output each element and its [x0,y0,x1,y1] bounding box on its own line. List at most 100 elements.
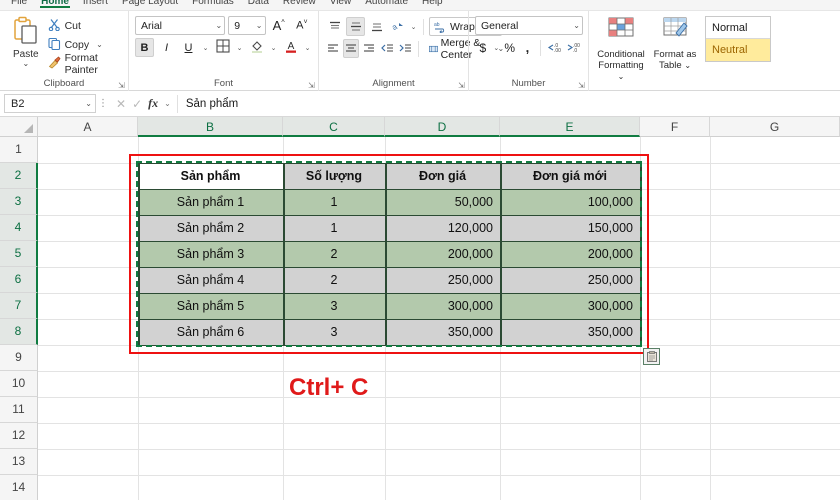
clipboard-dialog-launcher[interactable]: ⇲ [118,81,128,91]
conditional-formatting-button[interactable]: Conditional Formatting ⌄ [595,15,647,82]
table-cell-C5[interactable]: 2 [283,241,385,267]
format-as-table-button[interactable]: Format as Table ⌄ [649,15,701,71]
row-header-13[interactable]: 13 [0,449,38,475]
row-header-5[interactable]: 5 [0,241,38,267]
table-cell-C8[interactable]: 3 [283,319,385,345]
copy-button[interactable]: Copy ⌄ [48,36,122,53]
column-header-F[interactable]: F [640,117,710,137]
table-cell-B3[interactable]: Sản phẩm 1 [138,189,283,215]
bold-button[interactable]: B [135,38,154,57]
table-cell-E4[interactable]: 150,000 [500,215,640,241]
row-header-6[interactable]: 6 [0,267,38,293]
underline-button[interactable]: U [179,38,198,57]
column-header-B[interactable]: B [138,117,283,137]
align-right-button[interactable] [361,39,377,58]
ribbon-tab-automate[interactable]: Automate [358,0,415,7]
number-format-combo[interactable]: General ⌄ [475,16,583,35]
borders-chevron-down-icon[interactable]: ⌄ [235,44,244,52]
table-cell-D3[interactable]: 50,000 [385,189,500,215]
table-cell-B6[interactable]: Sản phẩm 4 [138,267,283,293]
fill-color-button[interactable] [247,38,266,57]
font-color-button[interactable]: A [281,38,300,57]
table-cell-B7[interactable]: Sản phẩm 5 [138,293,283,319]
table-cell-E3[interactable]: 100,000 [500,189,640,215]
align-middle-button[interactable] [346,17,365,36]
row-header-8[interactable]: 8 [0,319,38,345]
font-size-combo[interactable]: 9 ⌄ [228,16,266,35]
name-box-more-icon[interactable]: ⋮ [96,98,110,109]
table-cell-B5[interactable]: Sản phẩm 3 [138,241,283,267]
insert-function-button[interactable]: fx [148,96,158,111]
font-color-chevron-down-icon[interactable]: ⌄ [303,44,312,52]
table-cell-D7[interactable]: 300,000 [385,293,500,319]
percent-style-button[interactable]: % [502,38,518,57]
ribbon-tab-help[interactable]: Help [415,0,450,7]
font-name-combo[interactable]: Arial ⌄ [135,16,226,35]
column-header-G[interactable]: G [710,117,840,137]
table-cell-C3[interactable]: 1 [283,189,385,215]
column-header-E[interactable]: E [500,117,640,137]
accounting-chevron-down-icon[interactable]: ⌄ [493,44,500,52]
table-cell-D5[interactable]: 200,000 [385,241,500,267]
italic-button[interactable]: I [157,38,176,57]
orientation-chevron-down-icon[interactable]: ⌄ [409,23,418,31]
increase-indent-button[interactable] [397,39,413,58]
orientation-button[interactable]: a [388,17,407,36]
paste-button[interactable]: Paste ⌄ [6,14,46,68]
table-cell-E8[interactable]: 350,000 [500,319,640,345]
row-header-11[interactable]: 11 [0,397,38,423]
paste-options-smart-tag[interactable] [643,348,660,365]
align-top-button[interactable] [325,17,344,36]
ribbon-tab-file[interactable]: File [4,0,34,7]
name-box[interactable]: B2 ⌄ [4,94,96,113]
align-left-button[interactable] [325,39,341,58]
row-header-7[interactable]: 7 [0,293,38,319]
format-painter-button[interactable]: Format Painter [48,52,122,76]
borders-button[interactable] [213,38,232,57]
increase-decimal-button[interactable]: .0 .00 [546,38,563,57]
ribbon-tab-review[interactable]: Review [276,0,323,7]
column-header-D[interactable]: D [385,117,500,137]
ribbon-tab-view[interactable]: View [323,0,359,7]
row-header-4[interactable]: 4 [0,215,38,241]
row-header-3[interactable]: 3 [0,189,38,215]
column-header-C[interactable]: C [283,117,385,137]
copy-chevron-down-icon[interactable]: ⌄ [96,40,103,49]
row-header-2[interactable]: 2 [0,163,38,189]
ribbon-tab-formulas[interactable]: Formulas [185,0,241,7]
row-header-14[interactable]: 14 [0,475,38,500]
accounting-format-button[interactable]: $ [475,38,491,57]
table-header-cell-E2[interactable]: Đơn giá mới [500,163,640,189]
column-header-A[interactable]: A [38,117,138,137]
table-cell-D4[interactable]: 120,000 [385,215,500,241]
table-cell-E7[interactable]: 300,000 [500,293,640,319]
table-cell-B8[interactable]: Sản phẩm 6 [138,319,283,345]
row-header-10[interactable]: 10 [0,371,38,397]
alignment-dialog-launcher[interactable]: ⇲ [458,81,468,91]
table-cell-E6[interactable]: 250,000 [500,267,640,293]
decrease-decimal-button[interactable]: .00 .0 [565,38,582,57]
cell-style-normal[interactable]: Normal [706,17,770,39]
table-cell-B4[interactable]: Sản phẩm 2 [138,215,283,241]
cancel-formula-button[interactable]: ✕ [116,97,126,111]
fill-color-chevron-down-icon[interactable]: ⌄ [269,44,278,52]
table-header-cell-B2[interactable]: Sản phẩm [138,163,283,189]
font-dialog-launcher[interactable]: ⇲ [308,81,318,91]
row-header-9[interactable]: 9 [0,345,38,371]
align-center-button[interactable] [343,39,359,58]
row-header-1[interactable]: 1 [0,137,38,163]
table-header-cell-C2[interactable]: Số lượng [283,163,385,189]
table-header-cell-D2[interactable]: Đơn giá [385,163,500,189]
increase-font-size-button[interactable]: A^ [269,16,289,35]
number-dialog-launcher[interactable]: ⇲ [578,81,588,91]
ribbon-tab-page-layout[interactable]: Page Layout [115,0,185,7]
table-cell-C6[interactable]: 2 [283,267,385,293]
underline-chevron-down-icon[interactable]: ⌄ [201,44,210,52]
row-header-12[interactable]: 12 [0,423,38,449]
comma-style-button[interactable]: , [520,38,536,57]
table-cell-C4[interactable]: 1 [283,215,385,241]
align-bottom-button[interactable] [367,17,386,36]
ribbon-tab-home[interactable]: Home [34,0,76,8]
select-all-button[interactable] [0,117,38,137]
decrease-indent-button[interactable] [379,39,395,58]
